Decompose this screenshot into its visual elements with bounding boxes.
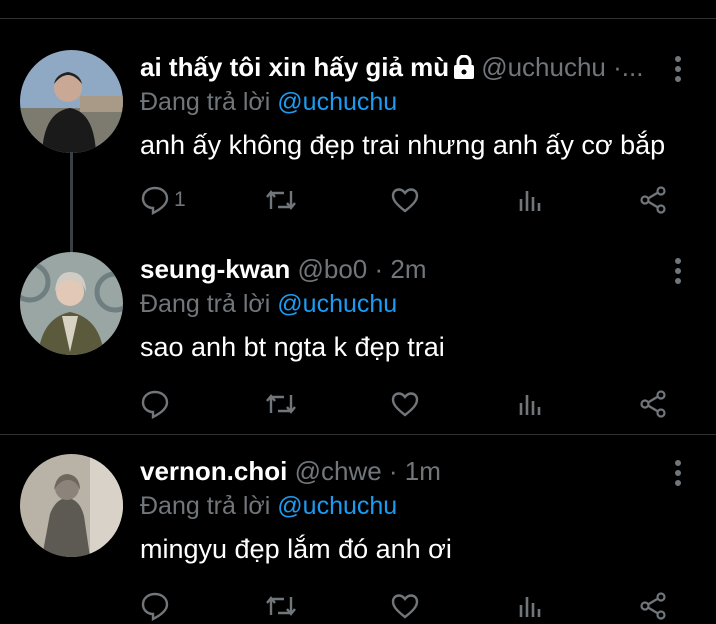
top-divider: [0, 18, 716, 19]
tweet-text: sao anh bt ngta k đẹp trai: [140, 332, 445, 362]
tweet-divider: [0, 434, 716, 435]
reply-mention-link[interactable]: @uchuchu: [277, 88, 397, 116]
like-icon: [390, 185, 420, 215]
reply-mention-link[interactable]: @uchuchu: [277, 492, 397, 520]
avatar[interactable]: [20, 454, 123, 557]
share-icon: [638, 591, 668, 621]
lock-icon: [453, 53, 475, 87]
share-button[interactable]: [638, 386, 668, 422]
retweet-button[interactable]: [264, 588, 298, 624]
reply-label: Đang trả lời: [140, 290, 271, 318]
retweet-button[interactable]: [264, 386, 298, 422]
action-bar: [140, 386, 680, 422]
more-icon[interactable]: [668, 54, 688, 84]
views-icon: [516, 185, 546, 215]
tweet-header: ai thấy tôi xin hấy giả mù @uchuchu ·...: [140, 50, 643, 84]
retweet-icon: [264, 389, 298, 419]
reply-button[interactable]: 1: [140, 182, 186, 218]
reply-mention-link[interactable]: @uchuchu: [277, 290, 397, 318]
handle[interactable]: @uchuchu ·...: [481, 52, 643, 82]
like-button[interactable]: [390, 588, 420, 624]
action-bar: 1: [140, 182, 680, 218]
like-button[interactable]: [390, 386, 420, 422]
tweet-header: seung-kwan @bo0 · 2m: [140, 252, 426, 286]
like-button[interactable]: [390, 182, 420, 218]
reply-count: 1: [174, 188, 186, 211]
reply-icon: [140, 591, 170, 621]
views-button[interactable]: [516, 386, 546, 422]
share-icon: [638, 389, 668, 419]
reply-icon: [140, 389, 170, 419]
avatar[interactable]: [20, 50, 123, 153]
display-name[interactable]: vernon.choi: [140, 456, 287, 486]
tweet-text: mingyu đẹp lắm đó anh ơi: [140, 534, 452, 564]
reply-button[interactable]: [140, 386, 170, 422]
more-icon[interactable]: [668, 256, 688, 286]
reply-icon: [140, 185, 170, 215]
like-icon: [390, 591, 420, 621]
action-bar: [140, 588, 680, 624]
views-button[interactable]: [516, 588, 546, 624]
replying-to: Đang trả lời @uchuchu: [140, 88, 397, 117]
share-icon: [638, 185, 668, 215]
handle[interactable]: @chwe · 1m: [295, 456, 441, 486]
tweet-text: anh ấy không đẹp trai nhưng anh ấy cơ bắ…: [140, 130, 666, 160]
retweet-icon: [264, 185, 298, 215]
display-name[interactable]: seung-kwan: [140, 254, 290, 284]
reply-label: Đang trả lời: [140, 88, 271, 116]
handle[interactable]: @bo0 · 2m: [297, 254, 426, 284]
replying-to: Đang trả lời @uchuchu: [140, 290, 397, 319]
share-button[interactable]: [638, 182, 668, 218]
like-icon: [390, 389, 420, 419]
more-icon[interactable]: [668, 458, 688, 488]
replying-to: Đang trả lời @uchuchu: [140, 492, 397, 521]
display-name[interactable]: ai thấy tôi xin hấy giả mù: [140, 52, 449, 82]
views-button[interactable]: [516, 182, 546, 218]
reply-button[interactable]: [140, 588, 170, 624]
retweet-button[interactable]: [264, 182, 298, 218]
thread-line: [70, 152, 73, 252]
views-icon: [516, 591, 546, 621]
views-icon: [516, 389, 546, 419]
avatar[interactable]: [20, 252, 123, 355]
tweet-header: vernon.choi @chwe · 1m: [140, 454, 441, 488]
reply-label: Đang trả lời: [140, 492, 271, 520]
share-button[interactable]: [638, 588, 668, 624]
retweet-icon: [264, 591, 298, 621]
